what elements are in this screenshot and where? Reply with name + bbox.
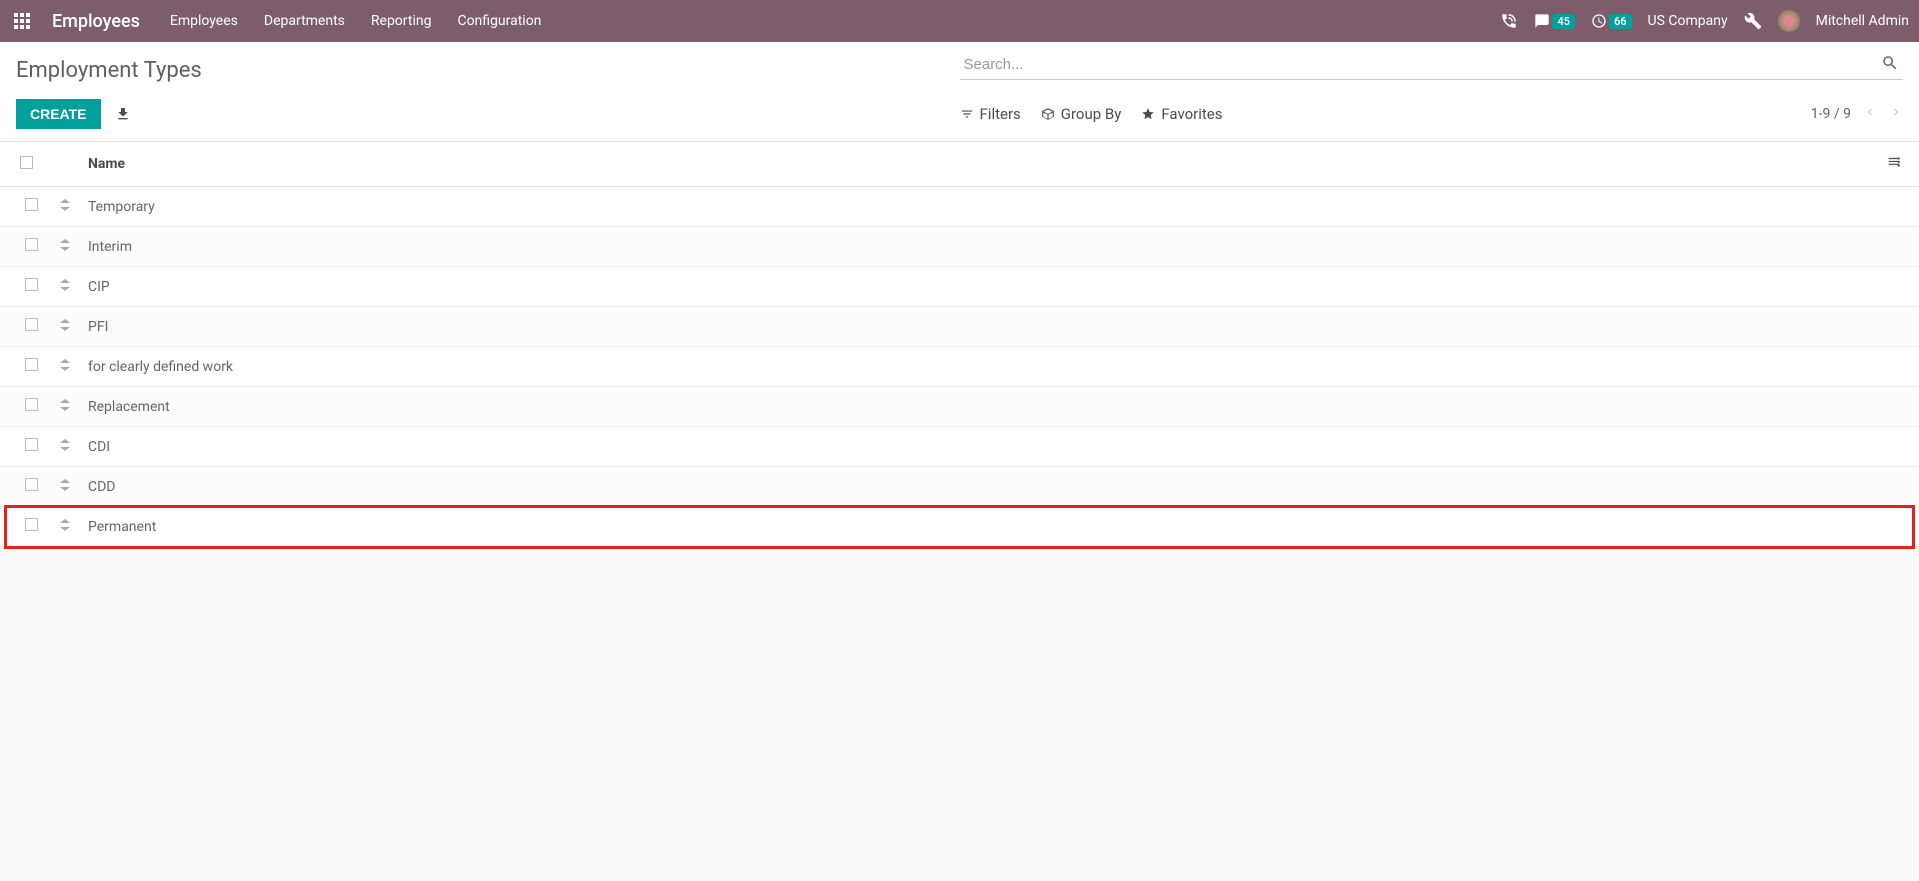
pager-text: 1-9 / 9 <box>1811 106 1851 122</box>
row-name: Interim <box>80 227 1879 267</box>
groupby-label: Group By <box>1061 105 1122 123</box>
column-header-name[interactable]: Name <box>80 142 1879 187</box>
drag-handle-icon[interactable] <box>60 440 70 455</box>
row-name: for clearly defined work <box>80 347 1879 387</box>
user-menu[interactable]: Mitchell Admin <box>1816 13 1909 29</box>
row-checkbox[interactable] <box>25 198 38 211</box>
row-name: PFI <box>80 307 1879 347</box>
select-all-checkbox[interactable] <box>20 156 33 169</box>
filters-label: Filters <box>980 105 1021 123</box>
favorites-button[interactable]: Favorites <box>1141 105 1222 123</box>
create-button[interactable]: CREATE <box>16 99 101 129</box>
table-row[interactable]: Permanent <box>0 507 1919 547</box>
nav-departments[interactable]: Departments <box>260 13 349 29</box>
avatar[interactable] <box>1778 10 1800 32</box>
row-name: CIP <box>80 267 1879 307</box>
row-name: Replacement <box>80 387 1879 427</box>
phone-icon[interactable] <box>1500 12 1518 30</box>
activities-badge: 66 <box>1609 14 1632 29</box>
search-icon[interactable] <box>1881 54 1899 76</box>
table-row[interactable]: CDI <box>0 427 1919 467</box>
pager-prev[interactable] <box>1863 105 1877 123</box>
table-row[interactable]: Interim <box>0 227 1919 267</box>
row-checkbox[interactable] <box>25 318 38 331</box>
drag-handle-icon[interactable] <box>60 280 70 295</box>
row-checkbox[interactable] <box>25 358 38 371</box>
table-row[interactable]: Replacement <box>0 387 1919 427</box>
nav-reporting[interactable]: Reporting <box>367 13 436 29</box>
row-checkbox[interactable] <box>25 238 38 251</box>
app-name[interactable]: Employees <box>52 11 140 32</box>
drag-handle-icon[interactable] <box>60 200 70 215</box>
table-row[interactable]: PFI <box>0 307 1919 347</box>
row-name: Permanent <box>80 507 1879 547</box>
control-panel: Employment Types CREATE Filters Group By… <box>0 42 1919 142</box>
company-switcher[interactable]: US Company <box>1648 13 1728 29</box>
nav-employees[interactable]: Employees <box>166 13 242 29</box>
nav-configuration[interactable]: Configuration <box>453 13 545 29</box>
row-checkbox[interactable] <box>25 278 38 291</box>
groupby-button[interactable]: Group By <box>1041 105 1122 123</box>
drag-handle-icon[interactable] <box>60 240 70 255</box>
row-checkbox[interactable] <box>25 438 38 451</box>
table-row[interactable]: for clearly defined work <box>0 347 1919 387</box>
drag-handle-icon[interactable] <box>60 520 70 535</box>
optional-columns-icon[interactable] <box>1887 157 1901 173</box>
employment-types-table: Name Temporary Interim CIP PFI for clear… <box>0 142 1919 547</box>
drag-handle-icon[interactable] <box>60 320 70 335</box>
search-input[interactable] <box>960 50 1904 80</box>
topbar: Employees Employees Departments Reportin… <box>0 0 1919 42</box>
row-checkbox[interactable] <box>25 398 38 411</box>
messages-icon[interactable]: 45 <box>1534 13 1575 29</box>
messages-badge: 45 <box>1552 14 1575 29</box>
row-checkbox[interactable] <box>25 518 38 531</box>
table-row[interactable]: CDD <box>0 467 1919 507</box>
drag-handle-icon[interactable] <box>60 360 70 375</box>
row-name: CDI <box>80 427 1879 467</box>
page-title: Employment Types <box>16 50 202 91</box>
table-wrap: Name Temporary Interim CIP PFI for clear… <box>0 142 1919 547</box>
row-name: Temporary <box>80 187 1879 227</box>
pager-next[interactable] <box>1889 105 1903 123</box>
table-row[interactable]: Temporary <box>0 187 1919 227</box>
filters-button[interactable]: Filters <box>960 105 1021 123</box>
drag-handle-icon[interactable] <box>60 480 70 495</box>
activities-icon[interactable]: 66 <box>1591 13 1632 29</box>
apps-icon[interactable] <box>10 9 34 33</box>
row-name: CDD <box>80 467 1879 507</box>
row-checkbox[interactable] <box>25 478 38 491</box>
drag-handle-icon[interactable] <box>60 400 70 415</box>
favorites-label: Favorites <box>1161 105 1222 123</box>
import-button[interactable] <box>111 102 135 126</box>
debug-icon[interactable] <box>1744 12 1762 30</box>
table-row[interactable]: CIP <box>0 267 1919 307</box>
